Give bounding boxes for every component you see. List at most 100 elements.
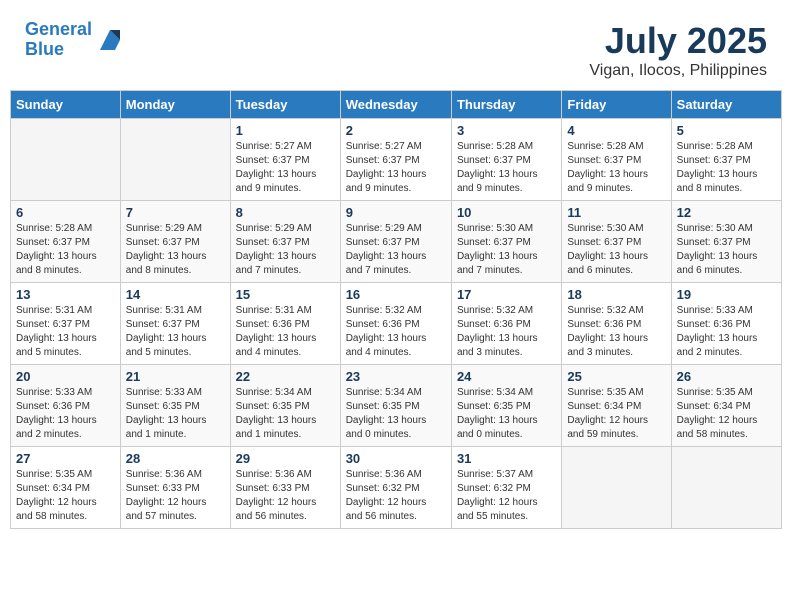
- day-info: Sunrise: 5:37 AM Sunset: 6:32 PM Dayligh…: [457, 468, 556, 524]
- day-number: 1: [236, 123, 335, 138]
- calendar-cell: 10Sunrise: 5:30 AM Sunset: 6:37 PM Dayli…: [451, 201, 561, 283]
- day-number: 11: [567, 205, 665, 220]
- day-info: Sunrise: 5:28 AM Sunset: 6:37 PM Dayligh…: [16, 222, 115, 278]
- day-number: 14: [126, 287, 225, 302]
- day-info: Sunrise: 5:33 AM Sunset: 6:36 PM Dayligh…: [677, 304, 776, 360]
- calendar-cell: 13 Sunrise: 5:31 AM Sunset: 6:37 PM Dayli…: [11, 283, 121, 365]
- day-info: Sunrise: 5:35 AM Sunset: 6:34 PM Dayligh…: [677, 386, 776, 442]
- calendar-cell: 24 Sunrise: 5:34 AM Sunset: 6:35 PM Dayli…: [451, 365, 561, 447]
- calendar-week-2: 6Sunrise: 5:28 AM Sunset: 6:37 PM Daylig…: [11, 201, 782, 283]
- calendar-cell: [562, 447, 671, 529]
- calendar-week-5: 27 Sunrise: 5:35 AM Sunset: 6:34 PM Dayli…: [11, 447, 782, 529]
- calendar-cell: [120, 119, 230, 201]
- calendar-cell: 1 Sunrise: 5:27 AM Sunset: 6:37 PM Daylig…: [230, 119, 340, 201]
- day-number: 3: [457, 123, 556, 138]
- day-info: Sunrise: 5:29 AM Sunset: 6:37 PM Dayligh…: [346, 222, 446, 278]
- day-info: Sunrise: 5:29 AM Sunset: 6:37 PM Dayligh…: [236, 222, 335, 278]
- day-info: Sunrise: 5:30 AM Sunset: 6:37 PM Dayligh…: [677, 222, 776, 278]
- calendar-cell: [11, 119, 121, 201]
- day-info: Sunrise: 5:29 AM Sunset: 6:37 PM Dayligh…: [126, 222, 225, 278]
- day-info: Sunrise: 5:28 AM Sunset: 6:37 PM Dayligh…: [677, 140, 776, 196]
- day-info: Sunrise: 5:32 AM Sunset: 6:36 PM Dayligh…: [457, 304, 556, 360]
- calendar-cell: [671, 447, 781, 529]
- weekday-header-sunday: Sunday: [11, 91, 121, 119]
- day-number: 22: [236, 369, 335, 384]
- day-info: Sunrise: 5:32 AM Sunset: 6:36 PM Dayligh…: [346, 304, 446, 360]
- day-info: Sunrise: 5:34 AM Sunset: 6:35 PM Dayligh…: [457, 386, 556, 442]
- weekday-header-monday: Monday: [120, 91, 230, 119]
- weekday-header-saturday: Saturday: [671, 91, 781, 119]
- logo-line1: General: [25, 19, 92, 39]
- day-number: 27: [16, 451, 115, 466]
- day-number: 13: [16, 287, 115, 302]
- day-info: Sunrise: 5:33 AM Sunset: 6:36 PM Dayligh…: [16, 386, 115, 442]
- month-title: July 2025: [589, 20, 767, 62]
- weekday-header-row: SundayMondayTuesdayWednesdayThursdayFrid…: [11, 91, 782, 119]
- day-number: 18: [567, 287, 665, 302]
- calendar-cell: 4 Sunrise: 5:28 AM Sunset: 6:37 PM Daylig…: [562, 119, 671, 201]
- calendar-table: SundayMondayTuesdayWednesdayThursdayFrid…: [10, 90, 782, 529]
- day-info: Sunrise: 5:31 AM Sunset: 6:37 PM Dayligh…: [126, 304, 225, 360]
- calendar-cell: 25 Sunrise: 5:35 AM Sunset: 6:34 PM Dayli…: [562, 365, 671, 447]
- day-info: Sunrise: 5:36 AM Sunset: 6:32 PM Dayligh…: [346, 468, 446, 524]
- day-info: Sunrise: 5:31 AM Sunset: 6:37 PM Dayligh…: [16, 304, 115, 360]
- calendar-cell: 23Sunrise: 5:34 AM Sunset: 6:35 PM Dayli…: [340, 365, 451, 447]
- calendar-cell: 20Sunrise: 5:33 AM Sunset: 6:36 PM Dayli…: [11, 365, 121, 447]
- day-number: 9: [346, 205, 446, 220]
- calendar-cell: 22 Sunrise: 5:34 AM Sunset: 6:35 PM Dayli…: [230, 365, 340, 447]
- day-number: 29: [236, 451, 335, 466]
- day-info: Sunrise: 5:34 AM Sunset: 6:35 PM Dayligh…: [236, 386, 335, 442]
- calendar-cell: 28Sunrise: 5:36 AM Sunset: 6:33 PM Dayli…: [120, 447, 230, 529]
- day-info: Sunrise: 5:36 AM Sunset: 6:33 PM Dayligh…: [236, 468, 335, 524]
- calendar-cell: 5 Sunrise: 5:28 AM Sunset: 6:37 PM Daylig…: [671, 119, 781, 201]
- calendar-cell: 15 Sunrise: 5:31 AM Sunset: 6:36 PM Dayli…: [230, 283, 340, 365]
- calendar-cell: 14 Sunrise: 5:31 AM Sunset: 6:37 PM Dayli…: [120, 283, 230, 365]
- day-number: 10: [457, 205, 556, 220]
- calendar-cell: 7 Sunrise: 5:29 AM Sunset: 6:37 PM Daylig…: [120, 201, 230, 283]
- day-info: Sunrise: 5:35 AM Sunset: 6:34 PM Dayligh…: [16, 468, 115, 524]
- calendar-cell: 12 Sunrise: 5:30 AM Sunset: 6:37 PM Dayli…: [671, 201, 781, 283]
- day-number: 7: [126, 205, 225, 220]
- calendar-cell: 6Sunrise: 5:28 AM Sunset: 6:37 PM Daylig…: [11, 201, 121, 283]
- day-number: 8: [236, 205, 335, 220]
- calendar-cell: 8 Sunrise: 5:29 AM Sunset: 6:37 PM Daylig…: [230, 201, 340, 283]
- day-number: 21: [126, 369, 225, 384]
- calendar-cell: 18Sunrise: 5:32 AM Sunset: 6:36 PM Dayli…: [562, 283, 671, 365]
- day-info: Sunrise: 5:35 AM Sunset: 6:34 PM Dayligh…: [567, 386, 665, 442]
- day-number: 5: [677, 123, 776, 138]
- calendar-cell: 30 Sunrise: 5:36 AM Sunset: 6:32 PM Dayli…: [340, 447, 451, 529]
- day-number: 24: [457, 369, 556, 384]
- page-header: General Blue July 2025 Vigan, Ilocos, Ph…: [10, 10, 782, 85]
- day-info: Sunrise: 5:28 AM Sunset: 6:37 PM Dayligh…: [567, 140, 665, 196]
- day-number: 30: [346, 451, 446, 466]
- logo-line2: Blue: [25, 39, 64, 59]
- weekday-header-wednesday: Wednesday: [340, 91, 451, 119]
- calendar-cell: 27 Sunrise: 5:35 AM Sunset: 6:34 PM Dayli…: [11, 447, 121, 529]
- logo: General Blue: [25, 20, 125, 60]
- day-number: 16: [346, 287, 446, 302]
- calendar-cell: 29 Sunrise: 5:36 AM Sunset: 6:33 PM Dayli…: [230, 447, 340, 529]
- day-number: 15: [236, 287, 335, 302]
- day-number: 19: [677, 287, 776, 302]
- day-info: Sunrise: 5:30 AM Sunset: 6:37 PM Dayligh…: [567, 222, 665, 278]
- calendar-cell: 19 Sunrise: 5:33 AM Sunset: 6:36 PM Dayli…: [671, 283, 781, 365]
- day-info: Sunrise: 5:31 AM Sunset: 6:36 PM Dayligh…: [236, 304, 335, 360]
- day-info: Sunrise: 5:36 AM Sunset: 6:33 PM Dayligh…: [126, 468, 225, 524]
- day-number: 2: [346, 123, 446, 138]
- day-number: 4: [567, 123, 665, 138]
- day-number: 12: [677, 205, 776, 220]
- title-area: July 2025 Vigan, Ilocos, Philippines: [589, 20, 767, 80]
- weekday-header-thursday: Thursday: [451, 91, 561, 119]
- day-number: 25: [567, 369, 665, 384]
- day-number: 31: [457, 451, 556, 466]
- calendar-cell: 16 Sunrise: 5:32 AM Sunset: 6:36 PM Dayli…: [340, 283, 451, 365]
- day-number: 17: [457, 287, 556, 302]
- calendar-week-4: 20Sunrise: 5:33 AM Sunset: 6:36 PM Dayli…: [11, 365, 782, 447]
- calendar-cell: 2Sunrise: 5:27 AM Sunset: 6:37 PM Daylig…: [340, 119, 451, 201]
- calendar-cell: 11 Sunrise: 5:30 AM Sunset: 6:37 PM Dayli…: [562, 201, 671, 283]
- calendar-cell: 26Sunrise: 5:35 AM Sunset: 6:34 PM Dayli…: [671, 365, 781, 447]
- location: Vigan, Ilocos, Philippines: [589, 62, 767, 80]
- day-info: Sunrise: 5:27 AM Sunset: 6:37 PM Dayligh…: [236, 140, 335, 196]
- logo-icon: [95, 25, 125, 55]
- calendar-cell: 9 Sunrise: 5:29 AM Sunset: 6:37 PM Daylig…: [340, 201, 451, 283]
